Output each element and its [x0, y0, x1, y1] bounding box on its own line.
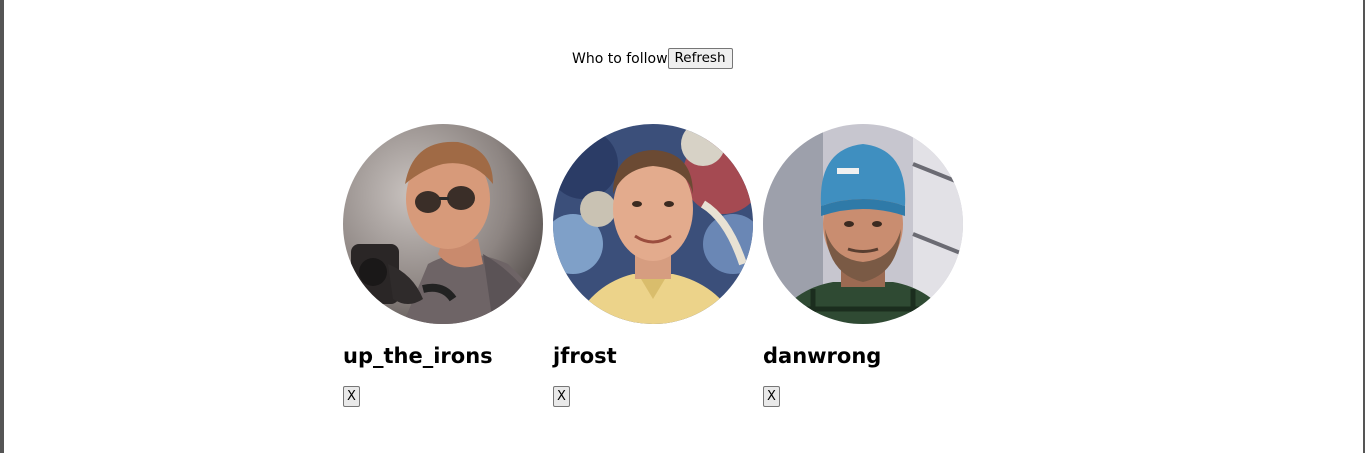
refresh-button[interactable]: Refresh	[667, 48, 733, 69]
suggestion-card: up_the_irons X	[343, 124, 543, 407]
suggestion-card: jfrost X	[553, 124, 753, 407]
suggestion-username[interactable]: jfrost	[553, 342, 753, 370]
avatar-danwrong[interactable]	[763, 124, 963, 324]
dismiss-button[interactable]: X	[553, 386, 570, 407]
suggestions-list: up_the_irons X jfrost X danwrong X	[343, 124, 973, 407]
dismiss-button[interactable]: X	[343, 386, 360, 407]
dismiss-button[interactable]: X	[763, 386, 780, 407]
suggestion-username[interactable]: up_the_irons	[343, 342, 543, 370]
suggestion-card: danwrong X	[763, 124, 963, 407]
who-to-follow-header: Who to follow Refresh	[572, 48, 733, 69]
suggestion-username[interactable]: danwrong	[763, 342, 963, 370]
who-to-follow-title: Who to follow	[572, 50, 668, 67]
page-frame: Who to follow Refresh up_the_irons X jfr…	[0, 0, 1365, 453]
avatar-up-the-irons[interactable]	[343, 124, 543, 324]
avatar-jfrost[interactable]	[553, 124, 753, 324]
